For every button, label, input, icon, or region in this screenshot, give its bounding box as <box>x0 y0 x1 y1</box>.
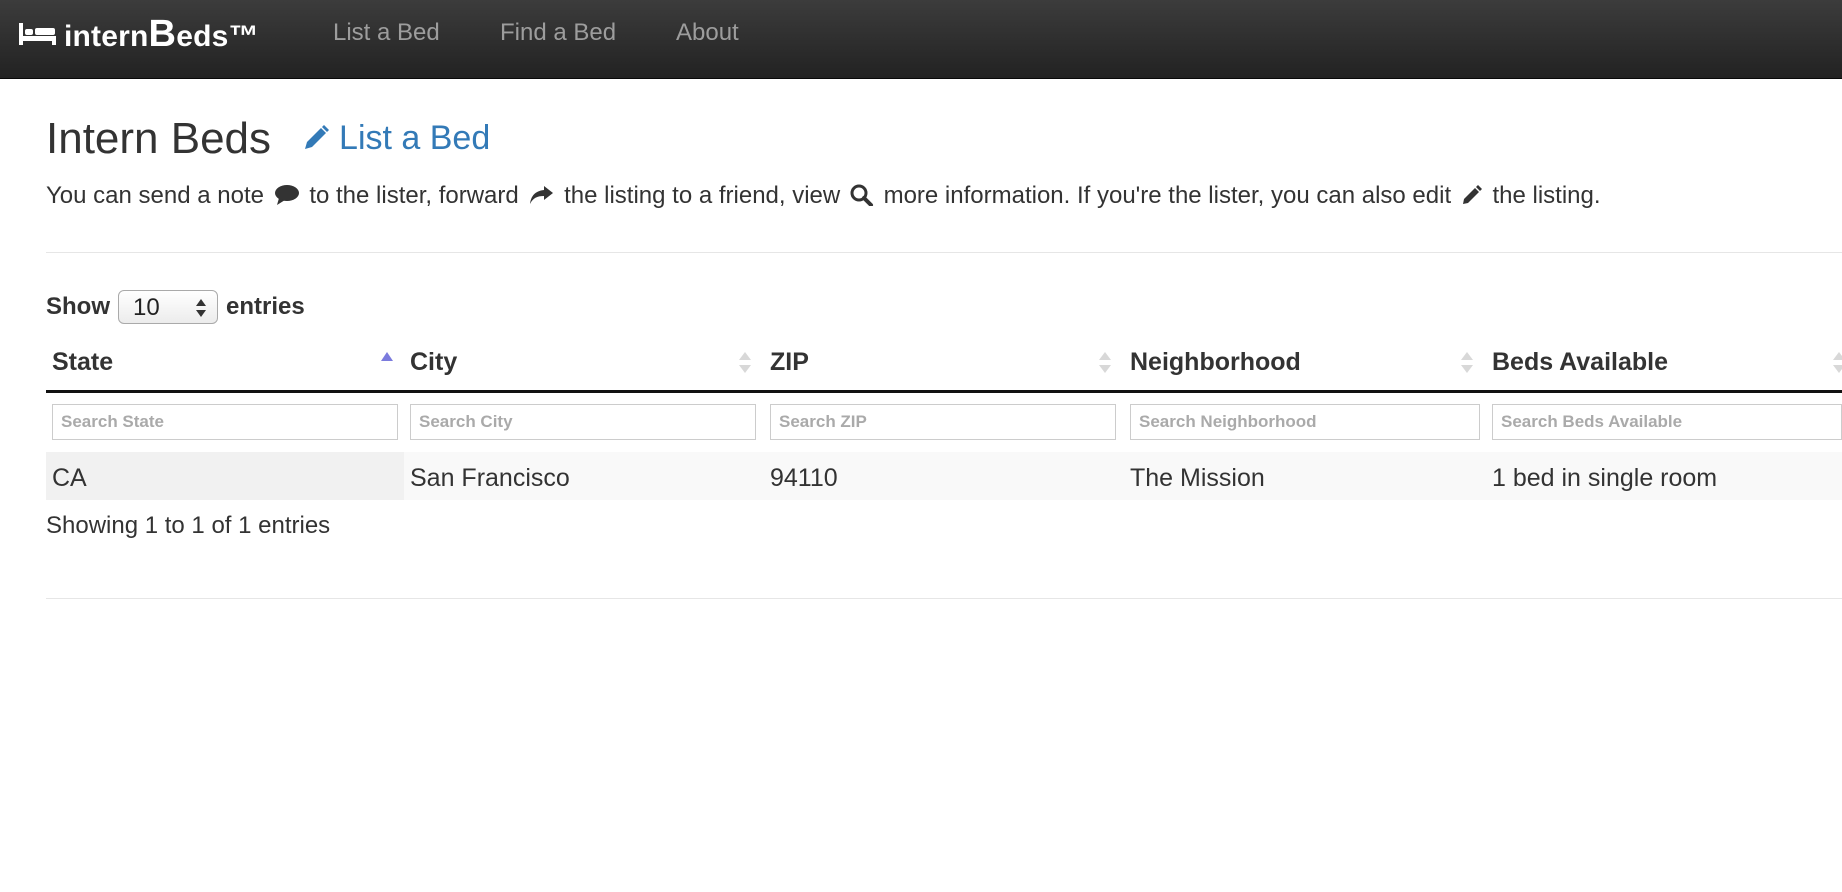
nav-about[interactable]: About <box>676 19 739 47</box>
select-arrows-icon <box>196 299 206 317</box>
brand[interactable]: internBeds™ <box>18 13 259 56</box>
table-info: Showing 1 to 1 of 1 entries <box>46 512 331 539</box>
search-zip-input[interactable] <box>770 404 1116 440</box>
entries-label: entries <box>226 293 305 320</box>
list-a-bed-label: List a Bed <box>339 118 491 157</box>
sort-both-icon[interactable] <box>1460 350 1474 376</box>
page-length-select[interactable]: 10 <box>118 290 218 324</box>
share-icon <box>530 186 554 204</box>
intro-part-4: more information. If you're the lister, … <box>883 182 1452 209</box>
cell-zip: 94110 <box>770 464 838 492</box>
column-header-neighborhood[interactable]: Neighborhood <box>1130 348 1301 377</box>
table-header: State City ZIP Neighborhood Beds Availab… <box>46 330 1842 393</box>
page-length-value: 10 <box>133 294 160 321</box>
nav-find-a-bed[interactable]: Find a Bed <box>500 19 616 47</box>
nav-list-a-bed[interactable]: List a Bed <box>333 19 440 47</box>
table-row[interactable]: CA San Francisco 94110 The Mission 1 bed… <box>46 452 1842 500</box>
pencil-icon <box>1462 185 1482 204</box>
intro-part-3: the listing to a friend, view <box>564 182 841 209</box>
bed-icon <box>19 23 56 45</box>
sort-both-icon[interactable] <box>738 350 752 376</box>
list-a-bed-link[interactable]: List a Bed <box>301 119 490 158</box>
search-city-input[interactable] <box>410 404 756 440</box>
intro-text: You can send a note to the lister, forwa… <box>46 182 1601 210</box>
search-beds-available-input[interactable] <box>1492 404 1842 440</box>
page-header: Intern Beds List a Bed <box>46 114 490 164</box>
brand-suffix: eds™ <box>176 19 259 53</box>
brand-name: internBeds™ <box>64 13 259 56</box>
pencil-icon <box>305 125 330 149</box>
sort-both-icon[interactable] <box>1098 350 1112 376</box>
column-header-beds-available[interactable]: Beds Available <box>1492 348 1668 377</box>
column-header-state[interactable]: State <box>52 348 113 377</box>
cell-city: San Francisco <box>410 464 570 492</box>
intro-part-2: to the lister, forward <box>309 182 519 209</box>
sort-asc-icon[interactable] <box>380 350 394 364</box>
divider <box>46 252 1842 253</box>
sorted-column-cell-bg <box>46 452 404 500</box>
brand-prefix: intern <box>64 19 149 53</box>
intro-part-1: You can send a note <box>46 182 264 209</box>
cell-neighborhood: The Mission <box>1130 464 1265 492</box>
intro-part-5: the listing. <box>1492 182 1601 209</box>
cell-beds-available: 1 bed in single room <box>1492 464 1718 492</box>
column-header-zip[interactable]: ZIP <box>770 348 809 377</box>
cell-state: CA <box>52 464 87 492</box>
page-title: Intern Beds <box>46 114 272 163</box>
search-state-input[interactable] <box>52 404 398 440</box>
entries-length-control: Show 10 entries <box>46 290 305 324</box>
comment-icon <box>274 185 299 205</box>
divider <box>46 598 1842 599</box>
show-label: Show <box>46 293 110 320</box>
search-icon <box>850 184 873 207</box>
sort-both-icon[interactable] <box>1832 350 1842 376</box>
brand-big-letter: B <box>148 12 177 55</box>
search-neighborhood-input[interactable] <box>1130 404 1480 440</box>
column-header-city[interactable]: City <box>410 348 457 377</box>
top-navbar: internBeds™ List a Bed Find a Bed About <box>0 0 1842 79</box>
